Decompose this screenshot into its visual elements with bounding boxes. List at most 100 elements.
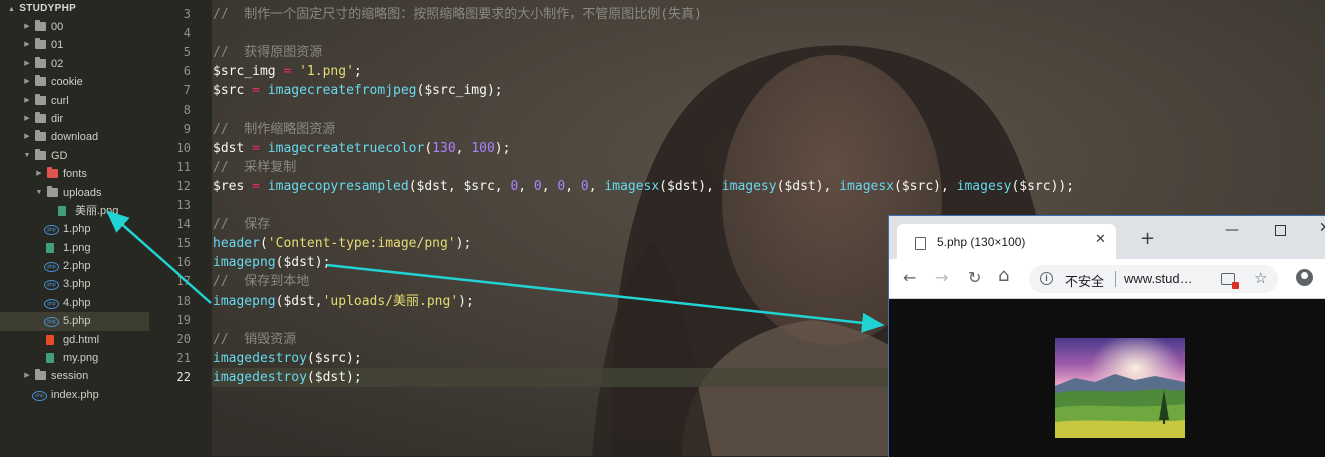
tree-item[interactable]: ▶ fonts xyxy=(0,165,149,183)
expand-arrow-icon[interactable]: ▲ xyxy=(8,1,15,19)
line-number: 11 xyxy=(176,159,191,174)
code-line: // 获得原图资源 xyxy=(213,43,322,62)
project-name: STUDYPHP xyxy=(19,3,77,14)
expand-arrow-icon[interactable]: ▶ xyxy=(22,73,32,91)
tree-item-label: 02 xyxy=(51,57,64,70)
tree-item-label: session xyxy=(51,370,89,383)
expand-arrow-icon[interactable]: ▶ xyxy=(34,165,44,183)
close-tab-icon[interactable]: ✕ xyxy=(1095,232,1106,247)
tree-item[interactable]: ▶ 01 xyxy=(0,36,149,54)
code-token: imagecreatefromjpeg xyxy=(267,83,417,99)
code-token: imagepng xyxy=(213,255,276,271)
tree-item[interactable]: ▶ cookie xyxy=(0,73,149,91)
browser-window[interactable]: 5.php (130×100) ✕ + — ✕ ← → ↻ ⌂ i 不安全 ww… xyxy=(888,215,1325,457)
code-token: , xyxy=(588,178,605,194)
tree-item[interactable]: php 1.php xyxy=(0,220,149,238)
code-token: $src xyxy=(213,83,245,99)
folder-icon xyxy=(35,93,46,105)
code-token: ($dst, $src, xyxy=(408,178,511,194)
folder-icon xyxy=(47,167,58,179)
tree-item[interactable]: ▼ uploads xyxy=(0,184,149,202)
expand-arrow-icon[interactable]: ▶ xyxy=(22,36,32,54)
line-number: 4 xyxy=(183,26,191,41)
address-bar[interactable]: i 不安全 www.stud… ☆ xyxy=(1029,265,1278,293)
file-tree-sidebar: ▲ STUDYPHP ▶ 00 ▶ 01 ▶ 02 ▶ cookie ▶ curl ▶ dir ▶ down… xyxy=(0,0,150,456)
code-token: 130 xyxy=(432,140,456,156)
line-number: 7 xyxy=(183,83,191,98)
line-number: 20 xyxy=(176,331,191,346)
expand-arrow-icon[interactable]: ▶ xyxy=(22,128,32,146)
forward-button[interactable]: → xyxy=(935,269,948,287)
tree-item[interactable]: ▶ 02 xyxy=(0,55,149,73)
code-line: imagedestroy($src); xyxy=(213,349,362,368)
line-number: 13 xyxy=(176,198,191,212)
tree-item[interactable]: ▶ dir xyxy=(0,110,149,128)
code-token: = xyxy=(252,83,260,99)
tree-item[interactable]: gd.html xyxy=(0,331,149,349)
new-tab-button[interactable]: + xyxy=(1140,230,1155,248)
url-text[interactable]: www.stud… xyxy=(1124,271,1193,286)
reload-button[interactable]: ↻ xyxy=(968,269,981,287)
code-token: 100 xyxy=(471,140,495,156)
image-file-icon xyxy=(58,205,66,216)
tree-item[interactable]: ▶ curl xyxy=(0,92,149,110)
popup-blocked-icon[interactable] xyxy=(1221,273,1239,289)
star-icon[interactable]: ☆ xyxy=(1254,269,1267,287)
expand-arrow-icon[interactable]: ▶ xyxy=(22,110,32,128)
expand-arrow-icon[interactable]: ▶ xyxy=(22,18,32,36)
back-button[interactable]: ← xyxy=(903,269,916,287)
tree-item[interactable]: php 3.php xyxy=(0,275,149,293)
line-number-gutter: 3 4 5 6 7 8 9 10 11 12 13 14 15 16 17 18 19 20 21 22 xyxy=(149,0,212,456)
home-button[interactable]: ⌂ xyxy=(998,267,1009,285)
tree-item-label: 1.php xyxy=(63,223,91,236)
tree-item[interactable]: 1.png xyxy=(0,239,149,257)
browser-toolbar: ← → ↻ ⌂ i 不安全 www.stud… ☆ xyxy=(889,259,1325,299)
tree-item[interactable]: 美丽.png xyxy=(0,202,149,220)
security-label[interactable]: 不安全 xyxy=(1065,271,1104,290)
account-icon[interactable] xyxy=(1296,269,1313,286)
tree-item-label: 3.php xyxy=(63,278,91,291)
project-root-folder[interactable]: ▲ STUDYPHP xyxy=(0,0,149,18)
tree-item[interactable]: ▼ GD xyxy=(0,147,149,165)
tree-item-label: 5.php xyxy=(63,315,91,328)
code-token: // 获得原图资源 xyxy=(213,45,323,61)
tree-item[interactable]: ▶ download xyxy=(0,128,149,146)
tree-item[interactable]: ▶ session xyxy=(0,367,149,385)
tree-item-label: index.php xyxy=(51,388,99,401)
folder-icon xyxy=(35,38,46,50)
tree-item[interactable]: ▶ 00 xyxy=(0,18,149,36)
code-token: imagesx xyxy=(604,178,660,194)
tree-item[interactable]: php 2.php xyxy=(0,257,149,275)
tree-item[interactable]: my.png xyxy=(0,349,149,367)
collapse-arrow-icon[interactable]: ▼ xyxy=(22,147,32,165)
line-number: 16 xyxy=(176,255,191,270)
info-icon[interactable]: i xyxy=(1040,272,1053,285)
line-number: 15 xyxy=(176,236,191,251)
omnibox-divider xyxy=(1115,271,1116,287)
maximize-button[interactable] xyxy=(1275,225,1286,236)
code-token: imagedestroy xyxy=(213,369,307,385)
expand-arrow-icon[interactable]: ▶ xyxy=(22,92,32,110)
code-token: ($dst), xyxy=(776,178,840,194)
collapse-arrow-icon[interactable]: ▼ xyxy=(34,184,44,202)
code-token: ; xyxy=(353,64,362,80)
tree-item[interactable]: php 5.php xyxy=(0,312,149,331)
tree-item-label: fonts xyxy=(63,168,87,181)
code-token: // 制作一个固定尺寸的缩略图：按照缩略图要求的大小制作，不管原图比例(失真) xyxy=(213,7,702,22)
code-line: // 制作一个固定尺寸的缩略图：按照缩略图要求的大小制作，不管原图比例(失真) xyxy=(213,5,702,24)
expand-arrow-icon[interactable]: ▶ xyxy=(22,55,32,73)
browser-tab[interactable]: 5.php (130×100) ✕ xyxy=(897,224,1116,259)
minimize-button[interactable]: — xyxy=(1225,222,1239,238)
expand-arrow-icon[interactable]: ▶ xyxy=(22,367,32,385)
code-token: imagedestroy xyxy=(213,350,307,366)
code-line: imagepng($dst,'uploads/美丽.png'); xyxy=(213,292,474,311)
tree-item[interactable]: php 4.php xyxy=(0,294,149,312)
tree-item-label: uploads xyxy=(63,186,102,199)
folder-icon xyxy=(35,20,46,31)
tree-item[interactable]: php index.php xyxy=(0,386,149,404)
php-file-icon: php xyxy=(44,298,59,309)
close-window-button[interactable]: ✕ xyxy=(1319,220,1325,236)
